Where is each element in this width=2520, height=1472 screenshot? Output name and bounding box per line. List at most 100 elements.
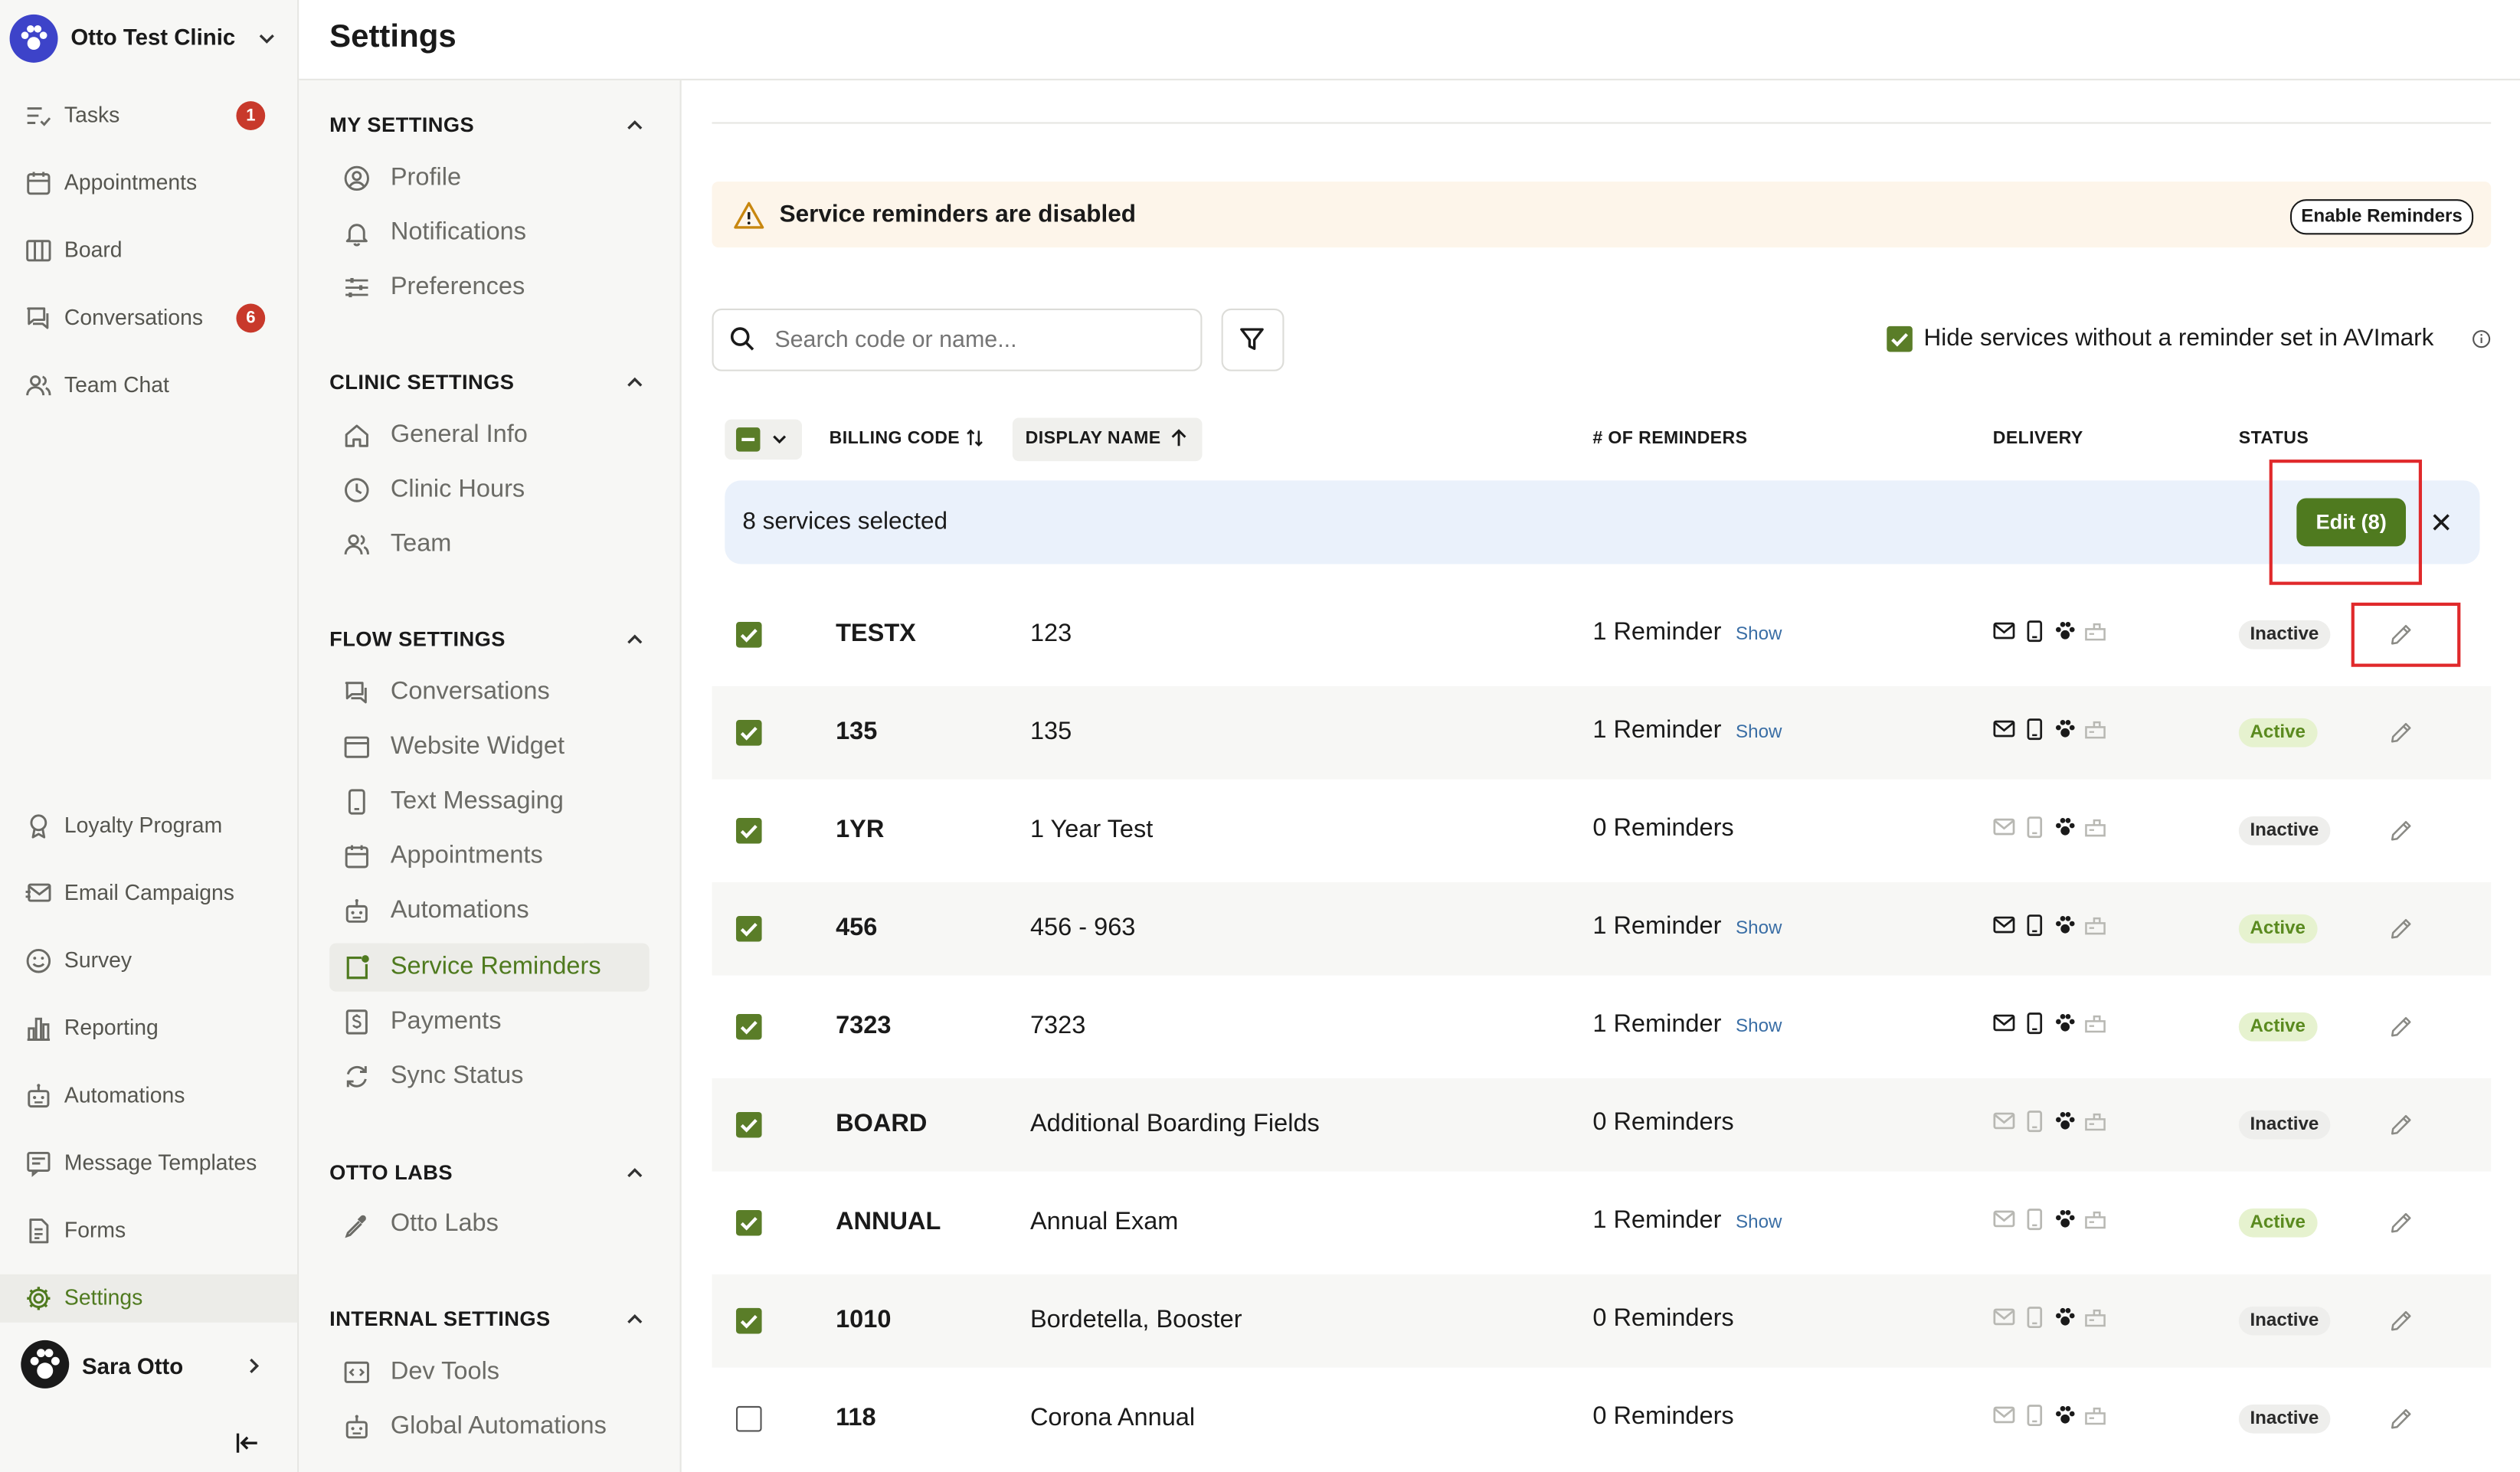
pencil-icon[interactable] <box>2388 818 2414 844</box>
table-row[interactable]: 118 Corona Annual 0 Reminders Inactive <box>712 1372 2492 1466</box>
settings-item-global-automations[interactable]: Global Automations <box>329 1403 650 1451</box>
table-row[interactable]: 1010 Bordetella, Booster 0 Reminders Inacti… <box>712 1274 2492 1368</box>
chevron-up-icon[interactable] <box>623 371 646 394</box>
reminder-count: 1 Reminder <box>1592 1206 1722 1235</box>
row-checkbox[interactable] <box>735 817 762 844</box>
nav-item-reporting[interactable]: Reporting <box>0 1004 297 1052</box>
sms-icon <box>2027 1012 2043 1035</box>
table-row[interactable]: BOARD Additional Boarding Fields 0 Reminde… <box>712 1078 2492 1172</box>
nav-item-appointments[interactable]: Appointments <box>0 159 297 208</box>
chevron-up-icon[interactable] <box>623 114 646 136</box>
settings-item-payments[interactable]: Payments <box>329 998 650 1046</box>
section-header-flow-settings: FLOW SETTINGS <box>329 626 506 651</box>
billing-code: 1YR <box>836 816 885 844</box>
settings-item-preferences[interactable]: Preferences <box>329 263 650 312</box>
table-row[interactable]: 456 456 - 963 1 Reminder Show Active <box>712 882 2492 976</box>
show-reminders-link[interactable]: Show <box>1736 919 1782 938</box>
search-input[interactable] <box>771 321 1188 360</box>
table-row[interactable]: TESTX 123 1 Reminder Show Inactive <box>712 587 2492 682</box>
nav-item-message-templates[interactable]: Message Templates <box>0 1140 297 1188</box>
row-checkbox[interactable] <box>735 915 762 942</box>
show-reminders-link[interactable]: Show <box>1736 1213 1782 1232</box>
settings-item-label: Automations <box>390 896 529 924</box>
show-reminders-link[interactable]: Show <box>1736 723 1782 742</box>
search-box[interactable] <box>712 308 1203 371</box>
pencil-icon[interactable] <box>2388 1014 2414 1040</box>
nav-item-board[interactable]: Board <box>0 227 297 275</box>
delivery-icons <box>1993 1405 2109 1427</box>
display-name: 123 <box>1029 620 1072 648</box>
table-row[interactable]: 135 135 1 Reminder Show Active <box>712 685 2492 780</box>
pencil-icon[interactable] <box>2388 916 2414 942</box>
settings-item-service-reminders[interactable]: Service Reminders <box>329 943 650 992</box>
row-checkbox[interactable] <box>735 1013 762 1040</box>
settings-item-text-messaging[interactable]: Text Messaging <box>329 778 650 826</box>
nav-item-team-chat[interactable]: Team Chat <box>0 361 297 410</box>
app-paw-icon <box>2056 719 2075 738</box>
show-reminders-link[interactable]: Show <box>1736 1017 1782 1036</box>
show-reminders-link[interactable]: Show <box>1736 625 1782 644</box>
settings-item-automations[interactable]: Automations <box>329 887 650 935</box>
close-icon[interactable] <box>2430 511 2452 533</box>
info-icon <box>2472 329 2491 348</box>
nav-item-forms[interactable]: Forms <box>0 1207 297 1255</box>
settings-item-dev-tools[interactable]: Dev Tools <box>329 1348 650 1396</box>
display-name-header[interactable]: DISPLAY NAME <box>1026 429 1161 448</box>
clinic-switcher[interactable]: Otto Test Clinic <box>0 0 297 77</box>
pencil-icon[interactable] <box>2388 1210 2414 1236</box>
filter-button[interactable] <box>1221 308 1285 371</box>
nav-item-survey[interactable]: Survey <box>0 937 297 985</box>
nav-item-loyalty-program[interactable]: Loyalty Program <box>0 802 297 850</box>
enable-reminders-button[interactable]: Enable Reminders <box>2289 199 2474 235</box>
delivery-icons <box>1993 1307 2109 1329</box>
sort-icon[interactable] <box>964 427 985 448</box>
sort-ascending-icon[interactable] <box>1168 427 1189 448</box>
gear-icon <box>24 1284 53 1313</box>
chevron-up-icon[interactable] <box>623 1308 646 1330</box>
table-row[interactable]: 1YR 1 Year Test 0 Reminders Inactive <box>712 783 2492 878</box>
page-header: Settings <box>299 0 2520 80</box>
pencil-icon[interactable] <box>2388 1406 2414 1432</box>
select-all-dropdown[interactable] <box>725 419 803 460</box>
settings-item-profile[interactable]: Profile <box>329 154 650 202</box>
row-checkbox[interactable] <box>735 1111 762 1138</box>
nav-item-tasks[interactable]: Tasks 1 <box>0 92 297 140</box>
settings-item-team[interactable]: Team <box>329 521 650 569</box>
settings-item-appointments[interactable]: Appointments <box>329 832 650 881</box>
team-icon <box>24 371 53 401</box>
table-row[interactable]: 7323 7323 1 Reminder Show Active <box>712 980 2492 1074</box>
table-row[interactable]: ANNUAL Annual Exam 1 Reminder Show Active <box>712 1176 2492 1270</box>
settings-item-notifications[interactable]: Notifications <box>329 209 650 257</box>
nav-item-email-campaigns[interactable]: Email Campaigns <box>0 869 297 918</box>
nav-item-conversations[interactable]: Conversations 6 <box>0 294 297 342</box>
page-title: Settings <box>329 19 457 55</box>
pencil-icon[interactable] <box>2388 1112 2414 1138</box>
settings-item-general-info[interactable]: General Info <box>329 411 650 460</box>
user-profile[interactable]: Sara Otto <box>0 1337 297 1395</box>
row-checkbox[interactable] <box>735 1307 762 1334</box>
nav-label: Settings <box>64 1285 143 1310</box>
settings-item-label: Global Automations <box>390 1412 607 1440</box>
select-all-checkbox[interactable] <box>735 427 761 452</box>
settings-item-clinic-hours[interactable]: Clinic Hours <box>329 466 650 514</box>
pencil-icon[interactable] <box>2388 720 2414 746</box>
row-checkbox[interactable] <box>735 1405 762 1432</box>
nav-item-settings[interactable]: Settings <box>0 1274 298 1323</box>
chevron-up-icon[interactable] <box>623 1162 646 1184</box>
nav-item-automations[interactable]: Automations <box>0 1071 297 1120</box>
nav-badge: 6 <box>236 303 266 333</box>
row-checkbox[interactable] <box>735 719 762 746</box>
settings-item-sync-status[interactable]: Sync Status <box>329 1052 650 1101</box>
hide-services-checkbox[interactable] <box>1887 325 1913 352</box>
display-name: 1 Year Test <box>1029 816 1154 844</box>
settings-item-conversations[interactable]: Conversations <box>329 669 650 717</box>
billing-code-header[interactable]: BILLING CODE <box>830 429 960 448</box>
chevron-up-icon[interactable] <box>623 628 646 650</box>
pencil-icon[interactable] <box>2388 1308 2414 1334</box>
settings-item-website-widget[interactable]: Website Widget <box>329 723 650 771</box>
delivery-icons <box>1993 620 2109 643</box>
row-checkbox[interactable] <box>735 1209 762 1236</box>
row-checkbox[interactable] <box>735 622 762 648</box>
settings-item-otto-labs[interactable]: Otto Labs <box>329 1200 650 1248</box>
collapse-sidebar-icon[interactable] <box>233 1428 262 1457</box>
